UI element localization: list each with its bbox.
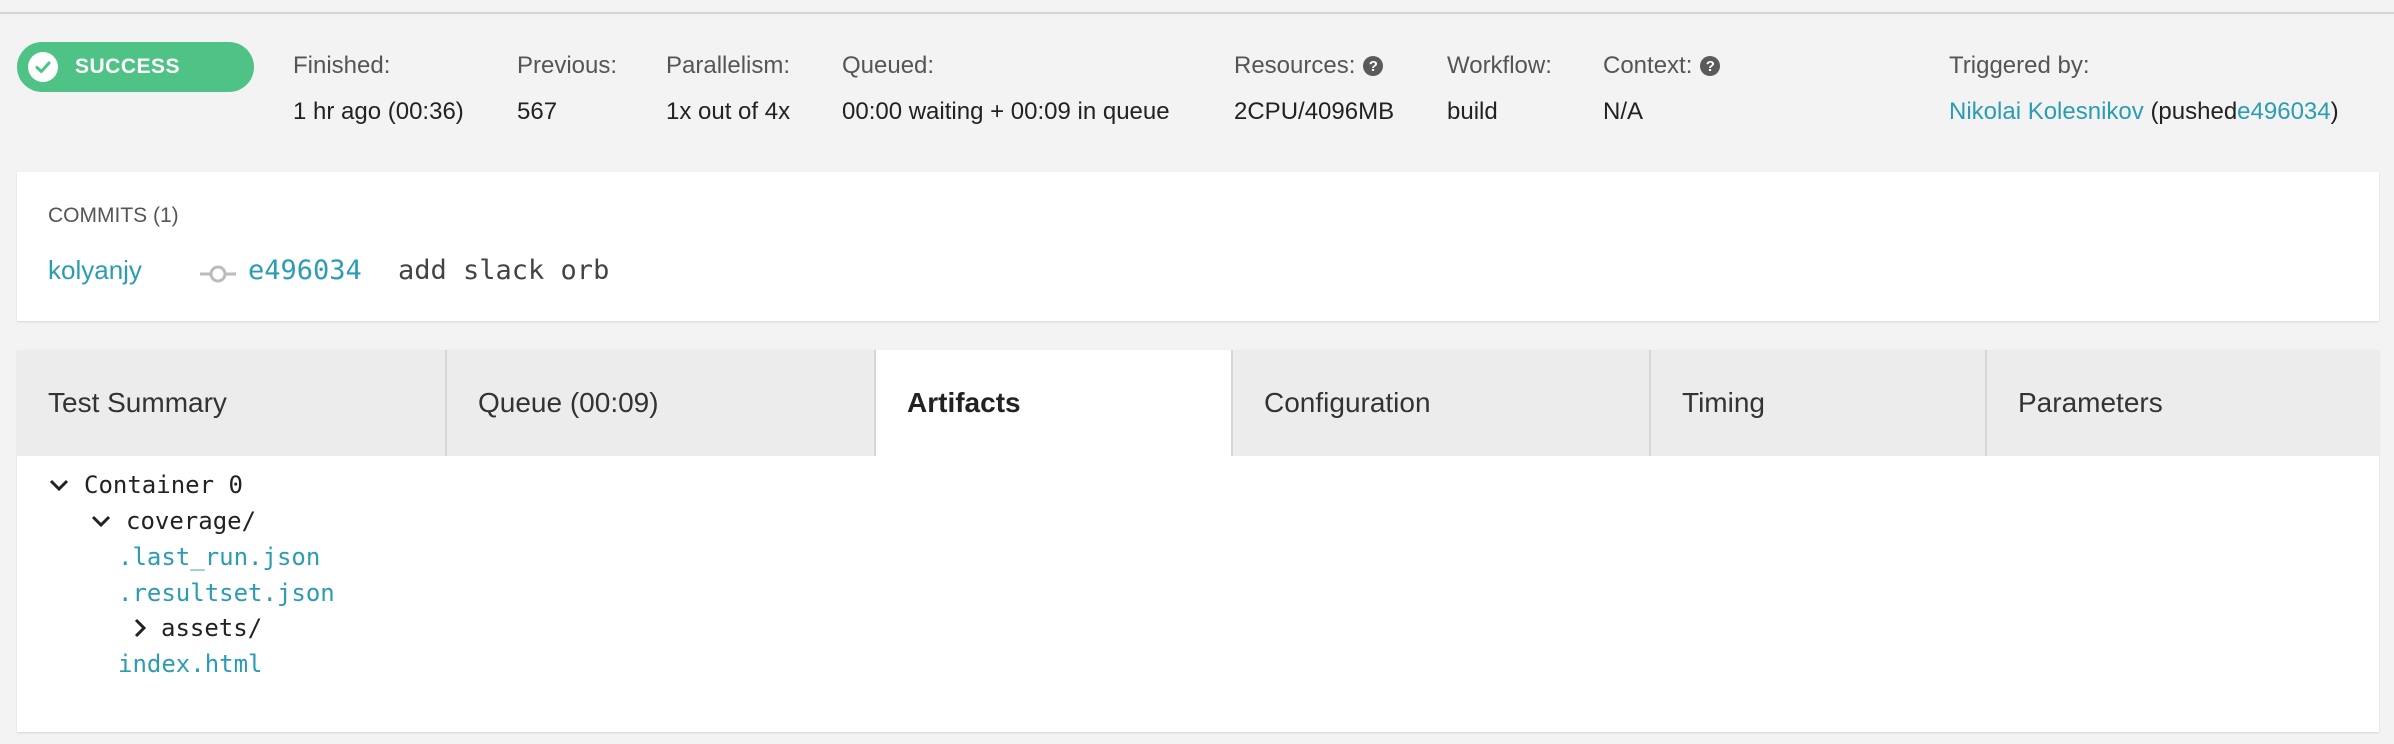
status-badge: SUCCESS <box>17 42 254 92</box>
coverage-folder-label: coverage/ <box>126 507 257 535</box>
chevron-down-icon <box>49 479 69 492</box>
pushed-close: ) <box>2330 98 2339 125</box>
resources-value: 2CPU/4096MB <box>1234 98 1395 125</box>
triggered-label: Triggered by: <box>1949 52 2090 79</box>
checkmark-icon <box>28 52 58 82</box>
commit-author-link[interactable]: kolyanjy <box>48 255 142 286</box>
status-label: SUCCESS <box>75 55 181 78</box>
help-icon[interactable]: ? <box>1363 56 1384 76</box>
artifact-file-link[interactable]: .resultset.json <box>118 578 335 608</box>
tab-test-summary[interactable]: Test Summary <box>17 350 447 456</box>
resources-meta: Resources: ? 2CPU/4096MB <box>1234 50 1394 126</box>
context-meta: Context: ? N/A <box>1603 50 1721 126</box>
tree-folder-container[interactable]: Container 0 <box>48 470 243 500</box>
finished-meta: Finished: 1 hr ago (00:36) <box>293 50 464 126</box>
previous-meta: Previous: 567 <box>517 50 617 126</box>
tab-bar: Test Summary Queue (00:09) Artifacts Con… <box>17 350 2379 456</box>
artifact-file-link[interactable]: index.html <box>118 649 263 679</box>
previous-build-link[interactable]: 567 <box>517 98 617 126</box>
commit-sha-link[interactable]: e496034 <box>248 255 362 286</box>
queued-meta: Queued: 00:00 waiting + 00:09 in queue <box>842 50 1170 126</box>
commit-icon <box>200 264 236 289</box>
pushed-text: (pushed <box>2150 98 2238 125</box>
top-divider <box>0 12 2394 14</box>
assets-folder-label: assets/ <box>161 614 263 642</box>
workflow-label: Workflow: <box>1447 52 1552 79</box>
tab-parameters[interactable]: Parameters <box>1987 350 2379 456</box>
previous-label: Previous: <box>517 52 618 79</box>
queued-value: 00:00 waiting + 00:09 in queue <box>842 98 1170 125</box>
tab-configuration[interactable]: Configuration <box>1233 350 1651 456</box>
finished-value: 1 hr ago (00:36) <box>293 98 464 125</box>
tree-folder-coverage[interactable]: coverage/ <box>90 506 256 536</box>
build-details-panel: Test Summary Queue (00:09) Artifacts Con… <box>17 350 2379 732</box>
workflow-meta: Workflow: build <box>1447 50 1552 126</box>
parallelism-label: Parallelism: <box>666 52 791 79</box>
queued-label: Queued: <box>842 52 935 79</box>
resources-label: Resources: <box>1234 52 1356 79</box>
chevron-right-icon <box>134 618 147 638</box>
container-label: Container 0 <box>84 471 243 499</box>
commits-title: COMMITS (1) <box>48 204 179 227</box>
workflow-link[interactable]: build <box>1447 98 1552 126</box>
context-link[interactable]: N/A <box>1603 98 1720 126</box>
tab-queue[interactable]: Queue (00:09) <box>447 350 876 456</box>
triggered-sha-link[interactable]: e496034 <box>2237 98 2330 125</box>
chevron-down-icon <box>91 515 111 528</box>
triggered-user-link[interactable]: Nikolai Kolesnikov <box>1949 98 2144 125</box>
artifact-file-link[interactable]: .last_run.json <box>118 542 320 572</box>
parallelism-link[interactable]: 1x out of 4x <box>666 98 790 126</box>
tree-folder-assets[interactable]: assets/ <box>129 613 262 643</box>
help-icon[interactable]: ? <box>1700 56 1721 76</box>
tab-timing[interactable]: Timing <box>1651 350 1987 456</box>
context-label: Context: <box>1603 52 1693 79</box>
finished-label: Finished: <box>293 52 391 79</box>
commits-card: COMMITS (1) kolyanjy e496034 add slack o… <box>17 172 2379 321</box>
triggered-meta: Triggered by: Nikolai Kolesnikov (pushed… <box>1949 50 2339 126</box>
parallelism-meta: Parallelism: 1x out of 4x <box>666 50 790 126</box>
commit-message: add slack orb <box>398 255 610 286</box>
tab-artifacts[interactable]: Artifacts <box>876 350 1233 456</box>
